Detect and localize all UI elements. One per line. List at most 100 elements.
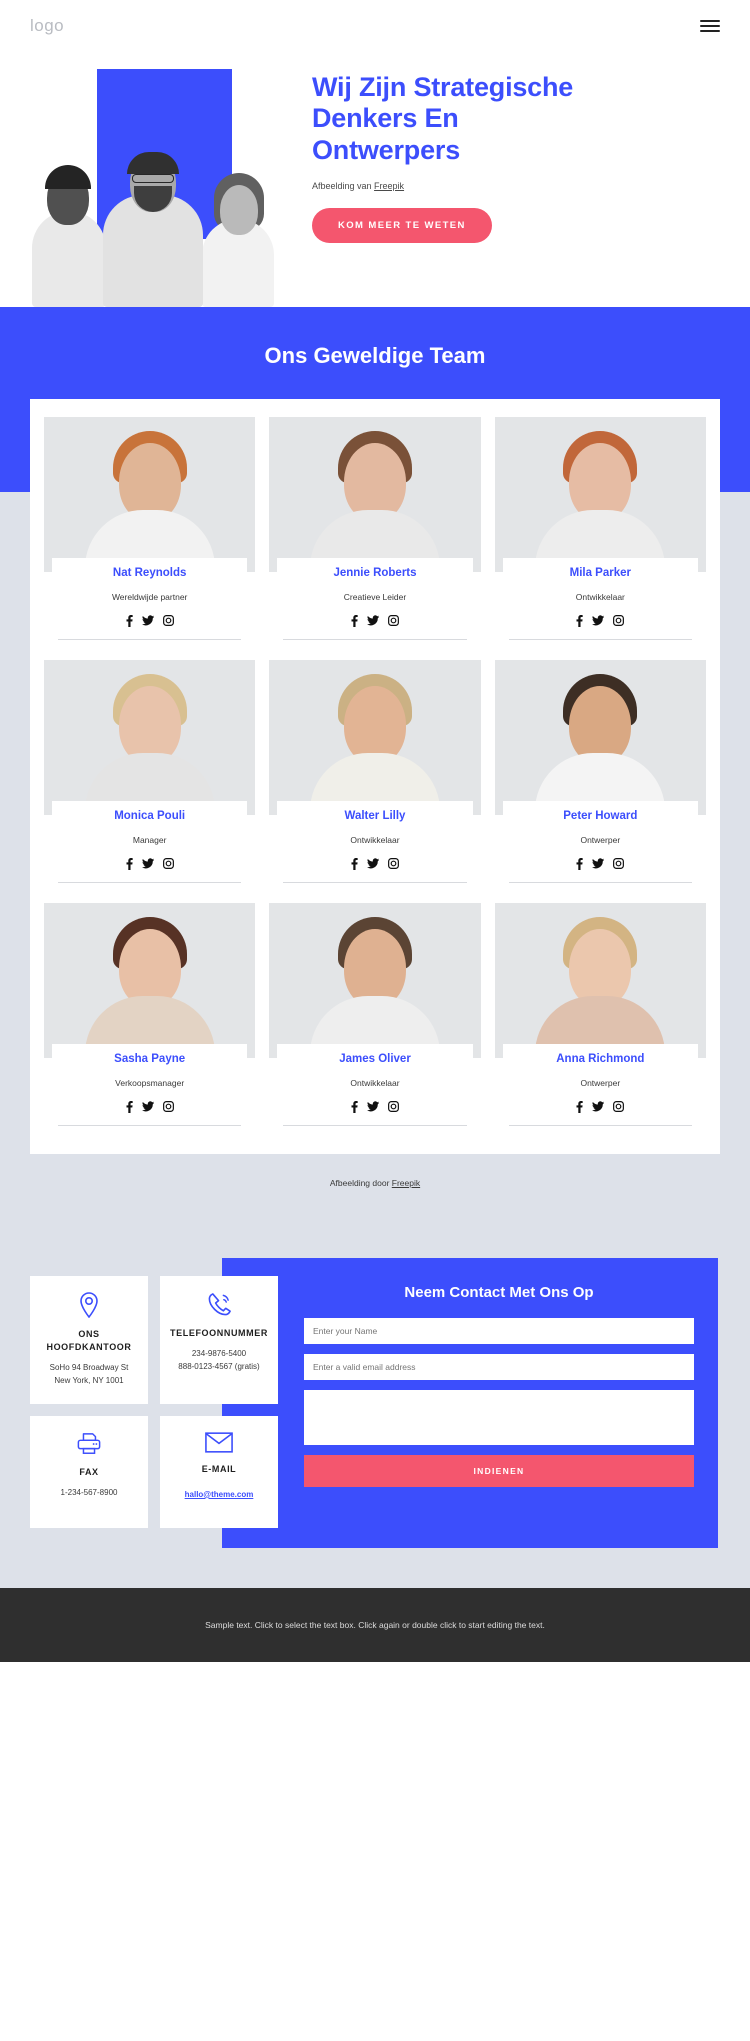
contact-form: Neem Contact Met Ons Op INDIENEN xyxy=(294,1258,720,1528)
team-member-card[interactable]: James Oliver Ontwikkelaar xyxy=(269,903,481,1126)
member-photo xyxy=(44,903,256,1058)
logo[interactable]: logo xyxy=(30,16,64,36)
hero-cta-button[interactable]: KOM MEER TE WETEN xyxy=(312,207,492,243)
contact-card-line: New York, NY 1001 xyxy=(54,1375,124,1385)
email-link[interactable]: hallo@theme.com xyxy=(185,1490,254,1499)
instagram-icon[interactable] xyxy=(388,1101,399,1113)
team-member-card[interactable]: Monica Pouli Manager xyxy=(44,660,256,883)
contact-info-grid: ONS HOOFDKANTOOR SoHo 94 Broadway St New… xyxy=(30,1276,278,1528)
member-role: Ontwikkelaar xyxy=(575,592,625,602)
member-divider xyxy=(58,1125,242,1126)
instagram-icon[interactable] xyxy=(162,858,174,870)
facebook-icon[interactable] xyxy=(351,615,358,627)
member-photo xyxy=(494,417,706,572)
hero-section: Wij Zijn Strategische Denkers En Ontwerp… xyxy=(0,52,750,307)
member-divider xyxy=(508,639,692,640)
twitter-icon[interactable] xyxy=(366,858,379,870)
member-socials xyxy=(269,615,480,627)
team-credit-text: Afbeelding door xyxy=(329,1178,392,1188)
hero-person-right xyxy=(198,155,278,307)
member-role: Creatieve Leider xyxy=(343,592,407,602)
member-divider xyxy=(508,882,692,883)
member-role: Ontwerper xyxy=(580,835,621,845)
contact-card-line: 234-9876-5400 xyxy=(191,1349,247,1359)
team-member-card[interactable]: Peter Howard Ontwerper xyxy=(494,660,706,883)
hero-person-left xyxy=(30,147,108,307)
hero-credit-link[interactable]: Freepik xyxy=(374,181,404,191)
message-textarea[interactable] xyxy=(304,1390,694,1445)
instagram-icon[interactable] xyxy=(388,615,399,627)
team-member-card[interactable]: Jennie Roberts Creatieve Leider xyxy=(269,417,481,640)
twitter-icon[interactable] xyxy=(592,1101,605,1113)
member-divider xyxy=(283,639,467,640)
member-role: Wereldwijde partner xyxy=(111,592,188,602)
member-divider xyxy=(283,1125,467,1126)
facebook-icon[interactable] xyxy=(576,1101,583,1113)
member-socials xyxy=(269,858,480,870)
team-credit-link[interactable]: Freepik xyxy=(392,1178,420,1188)
member-name: Monica Pouli xyxy=(52,801,248,828)
team-row: Nat Reynolds Wereldwijde partner Jennie … xyxy=(44,417,706,640)
email-input[interactable] xyxy=(304,1354,694,1380)
member-divider xyxy=(58,882,242,883)
twitter-icon[interactable] xyxy=(141,858,154,870)
member-role: Verkoopsmanager xyxy=(115,1078,185,1088)
member-name: Nat Reynolds xyxy=(52,558,248,585)
facebook-icon[interactable] xyxy=(576,615,583,627)
member-name: Jennie Roberts xyxy=(277,558,473,585)
member-socials xyxy=(495,1101,706,1113)
twitter-icon[interactable] xyxy=(366,1101,379,1113)
instagram-icon[interactable] xyxy=(162,1101,174,1113)
instagram-icon[interactable] xyxy=(388,858,399,870)
name-input[interactable] xyxy=(304,1318,694,1344)
contact-card-line: 888-0123-4567 (gratis) xyxy=(178,1361,260,1371)
member-photo xyxy=(269,660,481,815)
contact-card-title: TELEFOONNUMMER xyxy=(170,1328,268,1338)
member-role: Manager xyxy=(132,835,167,845)
member-name: Mila Parker xyxy=(502,558,698,585)
member-socials xyxy=(495,615,706,627)
team-member-card[interactable]: Sasha Payne Verkoopsmanager xyxy=(44,903,256,1126)
instagram-icon[interactable] xyxy=(613,858,625,870)
team-member-card[interactable]: Nat Reynolds Wereldwijde partner xyxy=(44,417,256,640)
member-name: Sasha Payne xyxy=(52,1044,248,1071)
twitter-icon[interactable] xyxy=(141,615,154,627)
hamburger-icon[interactable] xyxy=(700,17,720,35)
team-row: Sasha Payne Verkoopsmanager James Oliver… xyxy=(44,903,706,1126)
member-name: Anna Richmond xyxy=(502,1044,698,1071)
team-member-card[interactable]: Mila Parker Ontwikkelaar xyxy=(494,417,706,640)
team-image-credit: Afbeelding door Freepik xyxy=(0,1178,750,1188)
twitter-icon[interactable] xyxy=(592,858,605,870)
twitter-icon[interactable] xyxy=(141,1101,154,1113)
contact-inner: ONS HOOFDKANTOOR SoHo 94 Broadway St New… xyxy=(0,1258,750,1528)
member-divider xyxy=(508,1125,692,1126)
facebook-icon[interactable] xyxy=(351,858,358,870)
member-photo xyxy=(44,660,256,815)
team-member-card[interactable]: Walter Lilly Ontwikkelaar xyxy=(269,660,481,883)
twitter-icon[interactable] xyxy=(592,615,605,627)
printer-icon xyxy=(38,1432,140,1456)
instagram-icon[interactable] xyxy=(162,615,174,627)
facebook-icon[interactable] xyxy=(126,615,133,627)
team-member-card[interactable]: Anna Richmond Ontwerper xyxy=(494,903,706,1126)
facebook-icon[interactable] xyxy=(126,858,133,870)
contact-card-title: ONS HOOFDKANTOOR xyxy=(46,1329,132,1353)
location-pin-icon xyxy=(38,1292,140,1318)
contact-card-headquarters: ONS HOOFDKANTOOR SoHo 94 Broadway St New… xyxy=(30,1276,148,1404)
member-role: Ontwerper xyxy=(580,1078,621,1088)
facebook-icon[interactable] xyxy=(351,1101,358,1113)
member-socials xyxy=(44,1101,255,1113)
member-name: Walter Lilly xyxy=(277,801,473,828)
hero-person-center xyxy=(103,122,203,307)
site-footer: Sample text. Click to select the text bo… xyxy=(0,1587,750,1663)
facebook-icon[interactable] xyxy=(576,858,583,870)
submit-button[interactable]: INDIENEN xyxy=(304,1455,694,1487)
facebook-icon[interactable] xyxy=(126,1101,133,1113)
instagram-icon[interactable] xyxy=(613,1101,625,1113)
envelope-icon xyxy=(168,1432,270,1453)
member-photo xyxy=(269,903,481,1058)
twitter-icon[interactable] xyxy=(366,615,379,627)
member-divider xyxy=(58,639,242,640)
instagram-icon[interactable] xyxy=(613,615,625,627)
contact-form-title: Neem Contact Met Ons Op xyxy=(404,1284,594,1301)
